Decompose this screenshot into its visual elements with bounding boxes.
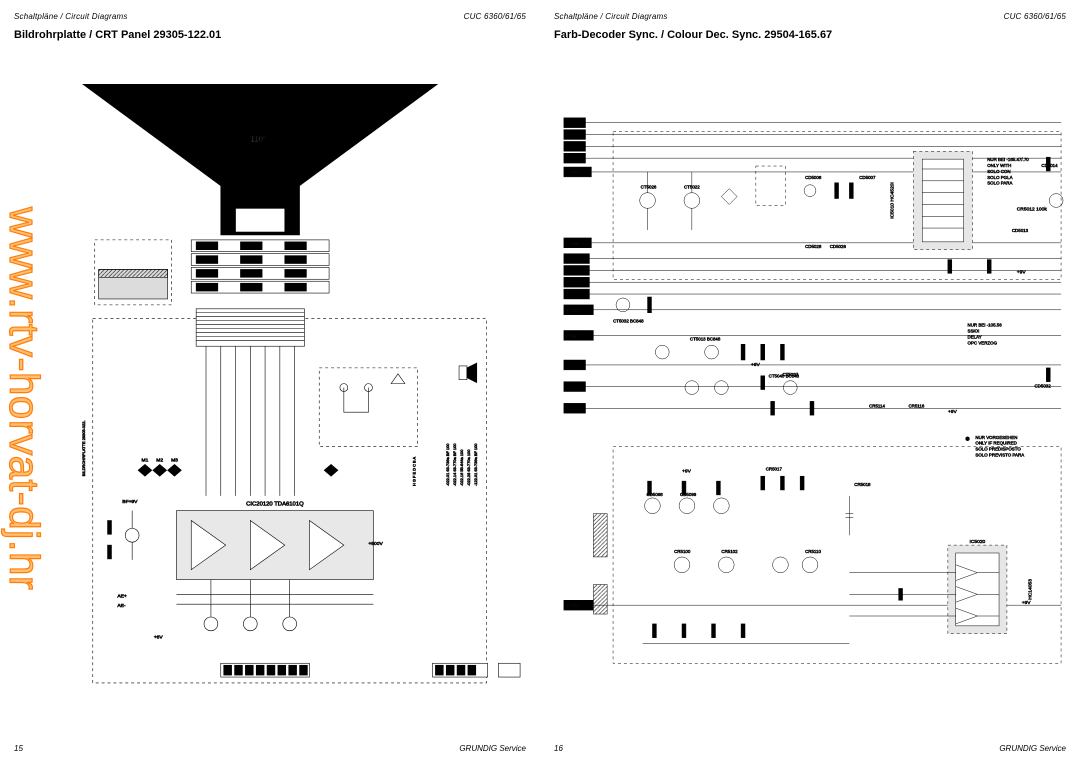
svg-text:SYC: SYC — [567, 268, 578, 274]
svg-text:CD5028: CD5028 — [805, 244, 822, 249]
svg-text:H G F E D C B A: H G F E D C B A — [412, 456, 417, 486]
svg-text:-122.01 63-736a BF 100: -122.01 63-736a BF 100 — [473, 443, 478, 486]
svg-text:110°: 110° — [250, 134, 266, 143]
svg-text:CD5026: CD5026 — [830, 244, 847, 249]
svg-text:NUR BEI -105.56: NUR BEI -105.56 — [968, 323, 1003, 328]
left-header-left: Schaltpläne / Circuit Diagrams — [14, 12, 128, 21]
svg-text:+9V: +9V — [682, 468, 692, 474]
svg-text:-022.01 63-736a BF 100: -022.01 63-736a BF 100 — [445, 443, 450, 486]
svg-text:SOLO PARA: SOLO PARA — [987, 181, 1012, 186]
svg-text:-022.16 55-644a 100: -022.16 55-644a 100 — [459, 449, 464, 486]
svg-text:IC5020: IC5020 — [969, 539, 985, 545]
svg-text:+9V: +9V — [1022, 600, 1032, 606]
svg-text:+9V: +9V — [948, 409, 958, 415]
colour-decoder-diagram: J4 C G J5 +12V FBAS F6H SYC SDA SCL TBM1… — [554, 47, 1066, 738]
right-title: Farb-Decoder Sync. / Colour Dec. Sync. 2… — [554, 29, 1066, 41]
svg-text:SCL: SCL — [567, 292, 577, 298]
page-divider — [540, 0, 541, 763]
svg-text:CT5032 BC848: CT5032 BC848 — [613, 319, 644, 324]
svg-text:M1: M1 — [142, 457, 149, 463]
svg-text:M2: M2 — [156, 457, 163, 463]
svg-text:BB: BB — [568, 363, 575, 369]
svg-text:M3: M3 — [171, 457, 178, 463]
svg-text:CT5013 BC848: CT5013 BC848 — [690, 336, 721, 341]
right-footer: 16 GRUNDIG Service — [554, 744, 1066, 753]
svg-text:CR5100: CR5100 — [674, 549, 691, 554]
svg-text:J4: J4 — [568, 121, 573, 127]
svg-text:CT5022: CT5022 — [684, 185, 700, 190]
svg-text:CR5114: CR5114 — [869, 403, 885, 408]
left-title: Bildrohrplatte / CRT Panel 29305-122.01 — [14, 29, 526, 41]
svg-text:CT5026: CT5026 — [641, 185, 657, 190]
svg-text:+12V: +12V — [568, 170, 580, 176]
svg-text:AE-: AE- — [117, 603, 126, 609]
svg-text:CR5018: CR5018 — [854, 482, 871, 487]
svg-text:CIC20120 TDA6101Q: CIC20120 TDA6101Q — [246, 502, 304, 508]
svg-text:FBAS: FBAS — [566, 241, 580, 247]
svg-text:CR5017: CR5017 — [766, 466, 783, 471]
svg-text:ONLY IF REQUIRED: ONLY IF REQUIRED — [975, 441, 1016, 446]
svg-text:SSIOI: SSIOI — [968, 328, 980, 333]
svg-text:SOLO PREVISTO PARA: SOLO PREVISTO PARA — [975, 453, 1024, 458]
svg-text:CD5007: CD5007 — [859, 175, 876, 180]
svg-text:-022.28 63-770a 100: -022.28 63-770a 100 — [466, 449, 471, 486]
svg-text:SOLO PREDISPOSTO: SOLO PREDISPOSTO — [975, 447, 1021, 452]
svg-text:SOLO PGLA: SOLO PGLA — [987, 175, 1012, 180]
svg-text:HC14053: HC14053 — [1028, 579, 1034, 600]
svg-text:IC5010 HC4520I: IC5010 HC4520I — [890, 182, 896, 219]
right-header: Schaltpläne / Circuit Diagrams CUC 6360/… — [554, 12, 1066, 21]
svg-text:CR5012 100k: CR5012 100k — [1017, 206, 1048, 212]
svg-text:CR5110: CR5110 — [805, 549, 821, 554]
svg-text:NUR VORGESEHEN: NUR VORGESEHEN — [975, 435, 1017, 440]
left-header-right: CUC 6360/61/65 — [464, 12, 526, 21]
right-page: Schaltpläne / Circuit Diagrams CUC 6360/… — [540, 0, 1080, 763]
svg-text:FMSY: FMSY — [566, 333, 580, 339]
svg-text:J5: J5 — [568, 156, 573, 162]
svg-text:ONLY WITH: ONLY WITH — [987, 163, 1011, 168]
svg-text:+500V: +500V — [368, 541, 383, 547]
svg-text:CR5116: CR5116 — [908, 403, 924, 408]
svg-text:TBM2: TBM2 — [566, 603, 579, 609]
svg-text:BF+9V: BF+9V — [122, 499, 138, 505]
svg-text:+6V: +6V — [154, 635, 164, 641]
right-header-left: Schaltpläne / Circuit Diagrams — [554, 12, 668, 21]
svg-text:+9V: +9V — [1017, 269, 1027, 275]
svg-text:CD5013: CD5013 — [1012, 228, 1029, 233]
left-footer: 15 GRUNDIG Service — [14, 744, 526, 753]
svg-text:+9V: +9V — [751, 362, 761, 368]
svg-text:SDA: SDA — [567, 280, 578, 286]
svg-text:AT: AT — [568, 406, 574, 412]
crt-panel-diagram: 110° — [14, 47, 526, 738]
svg-text:-022.14 63-770a BF 100: -022.14 63-770a BF 100 — [452, 443, 457, 486]
svg-text:CD5008: CD5008 — [805, 175, 822, 180]
left-schematic: 110° — [14, 47, 526, 738]
left-page-num: 15 — [14, 744, 23, 753]
svg-text:CR5102: CR5102 — [721, 549, 738, 554]
svg-text:NUR BEI -165.47/.70: NUR BEI -165.47/.70 — [987, 157, 1029, 162]
svg-text:CD5014: CD5014 — [1041, 163, 1058, 168]
svg-text:CD5032: CD5032 — [1034, 384, 1051, 389]
left-header: Schaltpläne / Circuit Diagrams CUC 6360/… — [14, 12, 526, 21]
svg-text:AE+: AE+ — [117, 593, 127, 599]
svg-text:HS: HS — [568, 385, 576, 391]
left-page: Schaltpläne / Circuit Diagrams CUC 6360/… — [0, 0, 540, 763]
svg-text:TBM1: TBM1 — [566, 308, 579, 314]
right-page-num: 16 — [554, 744, 563, 753]
right-header-right: CUC 6360/61/65 — [1004, 12, 1066, 21]
svg-text:CT5040 BC848: CT5040 BC848 — [769, 374, 800, 379]
svg-text:SOLO CON: SOLO CON — [987, 169, 1010, 174]
svg-text:BILDROHRPLATTE 29305-022.: BILDROHRPLATTE 29305-022. — [81, 420, 86, 476]
svg-text:DELAY: DELAY — [968, 334, 982, 339]
svg-text:OPC VERZOG: OPC VERZOG — [968, 340, 998, 345]
svg-text:CD5098: CD5098 — [647, 492, 664, 497]
svg-text:F6H: F6H — [567, 257, 577, 263]
left-footer-right: GRUNDIG Service — [459, 744, 526, 753]
right-schematic: J4 C G J5 +12V FBAS F6H SYC SDA SCL TBM1… — [554, 47, 1066, 738]
svg-text:CD5099: CD5099 — [680, 492, 697, 497]
svg-text:C: C — [568, 133, 572, 139]
right-footer-right: GRUNDIG Service — [999, 744, 1066, 753]
svg-text:G: G — [568, 144, 572, 150]
